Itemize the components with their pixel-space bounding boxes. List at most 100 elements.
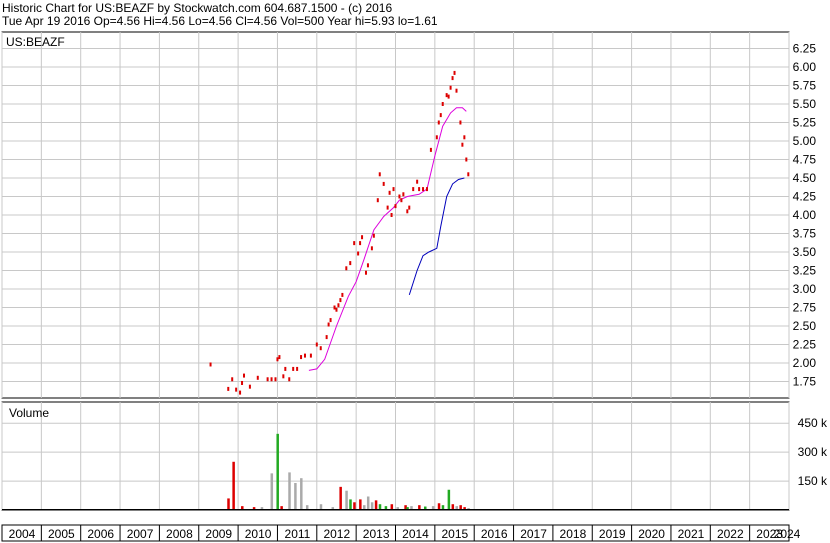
price-mark [455, 88, 458, 93]
volume-bar [232, 461, 235, 510]
price-mark [366, 263, 369, 268]
volume-bar [339, 486, 342, 510]
price-mark [357, 251, 360, 256]
price-mark [376, 198, 379, 203]
volume-bar [374, 500, 378, 510]
volume-panel: 450 k 300 k 150 k Volume [1, 401, 828, 511]
x-tick-label: 2019 [599, 527, 626, 541]
price-mark [231, 377, 234, 382]
price-mark [335, 307, 338, 312]
x-tick-label: 2009 [205, 527, 232, 541]
price-mark [418, 187, 421, 192]
price-mark [398, 194, 401, 199]
price-mark [276, 357, 279, 362]
price-mark [449, 85, 452, 90]
price-mark [437, 120, 440, 125]
price-tick-label: 5.50 [793, 97, 817, 111]
volume-bar [359, 499, 362, 510]
price-mark [453, 70, 456, 75]
price-mark [239, 390, 242, 395]
volume-bar [345, 490, 348, 510]
x-tick-label: 2015 [441, 527, 468, 541]
price-mark [309, 353, 312, 358]
x-tick-label: 2004 [9, 527, 36, 541]
price-mark [425, 187, 428, 192]
price-mark [300, 355, 303, 360]
volume-bar [349, 499, 352, 510]
price-mark [441, 102, 444, 106]
price-mark [303, 353, 306, 358]
price-mark [400, 198, 403, 203]
price-mark [422, 187, 425, 192]
volume-label: Volume [9, 406, 49, 420]
x-tick-label: 2020 [638, 527, 665, 541]
price-mark [364, 270, 367, 275]
price-tick-label: 6.00 [793, 60, 817, 74]
price-mark [429, 147, 432, 152]
x-tick-label: 2010 [245, 527, 272, 541]
x-tick-label: 2006 [87, 527, 114, 541]
symbol-label: US:BEAZF [6, 35, 65, 49]
price-mark [408, 205, 411, 210]
price-tick-label: 3.25 [793, 264, 817, 278]
price-tick-label: 5.00 [793, 134, 817, 148]
price-mark [296, 366, 299, 371]
stock-chart: 6.25 6.00 5.75 5.50 5.25 5.00 4.75 4.50 4.25 4.00… [1, 31, 828, 542]
price-tick-label: 2.00 [793, 356, 817, 370]
price-mark [274, 377, 277, 382]
price-tick-label: 4.50 [793, 171, 817, 185]
price-mark [349, 261, 352, 266]
volume-tick-label: 150 k [798, 474, 828, 488]
price-mark [372, 233, 375, 238]
price-mark [278, 355, 281, 360]
price-mark [392, 187, 395, 192]
x-tick-label: 2021 [678, 527, 705, 541]
price-mark [337, 303, 340, 308]
price-mark [463, 135, 466, 140]
price-tick-label: 3.00 [793, 282, 817, 296]
volume-bar [300, 478, 303, 510]
price-mark [382, 181, 385, 186]
price-mark [388, 190, 391, 195]
price-mark [209, 362, 212, 367]
volume-bar [366, 496, 370, 510]
price-mark [345, 266, 348, 271]
price-mark [256, 375, 259, 380]
price-mark [243, 373, 246, 378]
price-tick-label: 5.75 [793, 79, 817, 93]
x-tick-label: 2011 [285, 527, 311, 541]
price-mark [439, 113, 442, 118]
price-tick-label: 2.50 [793, 319, 817, 333]
price-mark [319, 346, 322, 351]
price-mark [270, 377, 273, 382]
volume-bar [437, 503, 441, 510]
volume-bar [294, 483, 297, 510]
price-mark [353, 241, 356, 246]
price-mark [288, 377, 291, 382]
price-mark [435, 135, 438, 140]
volume-bar [353, 502, 356, 510]
x-tick-label: 2017 [520, 527, 547, 541]
price-mark [325, 335, 328, 340]
price-mark [378, 172, 381, 177]
price-mark [327, 322, 330, 327]
price-mark [465, 157, 468, 162]
price-tick-label: 1.75 [793, 375, 817, 389]
volume-bar [288, 472, 291, 510]
price-mark [315, 342, 318, 347]
x-tick-label: 2005 [48, 527, 75, 541]
price-mark [248, 384, 251, 389]
price-tick-label: 2.25 [793, 338, 817, 352]
price-mark [284, 366, 287, 371]
price-tick-label: 2.75 [793, 301, 817, 315]
price-mark [341, 292, 344, 297]
price-tick-label: 3.75 [793, 227, 817, 241]
volume-tick-label: 450 k [798, 416, 828, 430]
price-panel: 6.25 6.00 5.75 5.50 5.25 5.00 4.75 4.50 4.25 4.00… [1, 31, 817, 399]
x-tick-label: 2007 [127, 527, 154, 541]
price-mark [292, 366, 295, 371]
price-mark [235, 387, 238, 392]
price-tick-label: 4.25 [793, 190, 817, 204]
x-tick-label: 2014 [402, 527, 429, 541]
price-mark [361, 235, 364, 240]
